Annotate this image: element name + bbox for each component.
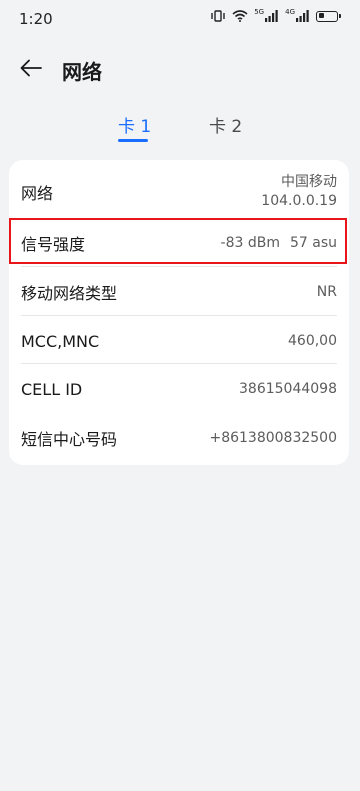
network-info-card: 网络 中国移动 104.0.0.19 信号强度 -83 dBm 57 asu 移动… — [9, 160, 349, 465]
cell-id-value: 38615044098 — [239, 381, 337, 397]
network-type-label: 移动网络类型 — [21, 284, 118, 303]
page-title: 网络 — [62, 60, 102, 84]
signal-strength-value: -83 dBm 57 asu — [221, 235, 337, 251]
status-icons: 5G 4G — [210, 7, 341, 22]
sms-center-label: 短信中心号码 — [21, 430, 118, 449]
header: 网络 — [0, 46, 360, 90]
network-row: 网络 中国移动 104.0.0.19 — [21, 172, 337, 212]
signal-4g-icon: 4G — [285, 7, 310, 22]
signal-5g-label: 5G — [254, 7, 265, 16]
network-address: 104.0.0.19 — [261, 193, 337, 209]
sms-center-row: 短信中心号码 +8613800832500 — [21, 413, 337, 463]
back-button[interactable] — [14, 54, 48, 82]
network-type-value: NR — [316, 284, 337, 300]
vibrate-icon — [210, 10, 226, 22]
tab-sim-2[interactable]: 卡 2 — [209, 112, 242, 137]
signal-strength-row: 信号强度 -83 dBm 57 asu — [21, 218, 337, 268]
back-arrow-icon — [20, 59, 42, 77]
cell-id-row: CELL ID 38615044098 — [21, 364, 337, 414]
status-time: 1:20 — [19, 10, 53, 28]
wifi-icon — [232, 10, 248, 22]
signal-dbm: -83 dBm — [220, 235, 280, 251]
battery-icon — [316, 10, 341, 22]
mcc-mnc-label: MCC,MNC — [21, 331, 100, 351]
carrier-name: 中国移动 — [281, 174, 337, 190]
signal-4g-label: 4G — [285, 7, 295, 16]
signal-asu: 57 asu — [289, 235, 337, 251]
cell-id-label: CELL ID — [21, 379, 83, 399]
signal-5g-icon: 5G — [254, 7, 279, 22]
tab-sim-1[interactable]: 卡 1 — [118, 112, 151, 137]
sms-center-value: +8613800832500 — [209, 430, 337, 446]
network-type-row: 移动网络类型 NR — [21, 267, 337, 317]
sim-tabs: 卡 1 卡 2 — [0, 112, 360, 148]
status-bar: 1:20 5G 4G — [0, 0, 360, 38]
network-value: 中国移动 104.0.0.19 — [261, 173, 337, 211]
network-label: 网络 — [21, 184, 54, 203]
tab-indicator — [118, 139, 148, 142]
mcc-mnc-value: 460,00 — [288, 333, 337, 349]
signal-strength-label: 信号强度 — [21, 235, 86, 254]
mcc-mnc-row: MCC,MNC 460,00 — [21, 316, 337, 366]
